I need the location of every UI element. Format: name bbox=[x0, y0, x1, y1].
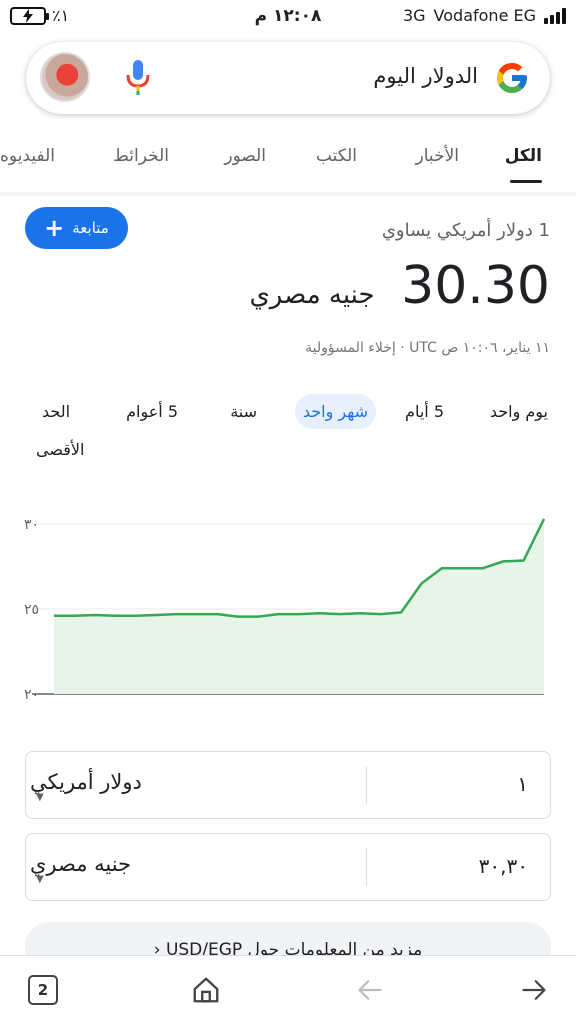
tab-videos[interactable]: الفيديوه bbox=[0, 146, 55, 166]
google-logo-icon[interactable] bbox=[494, 60, 530, 96]
arrow-left-icon bbox=[358, 980, 382, 1000]
tab-images[interactable]: الصور bbox=[224, 146, 266, 166]
to-currency-box[interactable]: ٣٠,٣٠ جنيه مصري ▼ bbox=[25, 833, 551, 901]
from-currency-select[interactable]: دولار أمريكي bbox=[30, 770, 142, 794]
range-5-days[interactable]: 5 أيام bbox=[405, 402, 444, 421]
plus-icon: + bbox=[44, 214, 65, 242]
to-currency-select[interactable]: جنيه مصري bbox=[30, 852, 131, 876]
range-5-years[interactable]: 5 أعوام bbox=[126, 402, 178, 421]
tabs-button[interactable]: 2 bbox=[27, 974, 59, 1006]
search-box[interactable]: الدولار اليوم bbox=[26, 42, 550, 114]
forward-button[interactable] bbox=[518, 974, 550, 1006]
exchange-rate: 30.30 جنيه مصري bbox=[249, 256, 550, 316]
rate-timestamp[interactable]: ١١ يناير، ١٠:٠٦ ص UTC · إخلاء المسؤولية bbox=[305, 340, 550, 356]
follow-button[interactable]: + متابعة bbox=[25, 207, 128, 249]
microphone-icon[interactable] bbox=[124, 58, 152, 98]
tab-count: 2 bbox=[28, 975, 58, 1005]
status-bar: ٪١ ١٢:٠٨ م 3G Vodafone EG bbox=[0, 0, 576, 34]
bottom-navigation: 2 bbox=[0, 955, 576, 1024]
search-query[interactable]: الدولار اليوم bbox=[373, 64, 478, 88]
y-tick-label: ٣٠ bbox=[24, 517, 39, 533]
range-1-day[interactable]: يوم واحد bbox=[490, 402, 548, 421]
network-status: 3G Vodafone EG bbox=[403, 6, 566, 25]
tab-all[interactable]: الكل bbox=[505, 146, 542, 166]
tab-news[interactable]: الأخبار bbox=[416, 146, 459, 166]
y-tick-label: ٢٠ bbox=[24, 687, 39, 703]
rate-number: 30.30 bbox=[401, 256, 550, 316]
converter-separator bbox=[366, 766, 367, 804]
dropdown-caret-icon: ▼ bbox=[36, 792, 44, 803]
home-icon bbox=[193, 977, 219, 1003]
tabs-divider bbox=[0, 192, 576, 196]
range-max-line1[interactable]: الحد bbox=[42, 402, 70, 421]
exchange-rate-chart[interactable]: ٣٠ ٢٥ ٢٠ bbox=[20, 498, 560, 708]
dropdown-caret-icon: ▼ bbox=[36, 874, 44, 885]
carrier-name: Vodafone EG bbox=[433, 6, 536, 25]
back-button[interactable] bbox=[354, 974, 386, 1006]
from-currency-box[interactable]: ١ دولار أمريكي ▼ bbox=[25, 751, 551, 819]
range-1-year[interactable]: سنة bbox=[230, 402, 257, 421]
y-tick-label: ٢٥ bbox=[24, 602, 39, 618]
network-type: 3G bbox=[402, 6, 426, 25]
tab-books[interactable]: الكتب bbox=[316, 146, 357, 166]
range-max-line2[interactable]: الأقصى bbox=[36, 440, 84, 459]
search-tabs: الكل الأخبار الكتب الصور الخرائط الفيديو… bbox=[0, 140, 576, 186]
converter-separator bbox=[366, 848, 367, 886]
conversion-caption: 1 دولار أمريكي يساوي bbox=[381, 220, 550, 241]
range-1-month[interactable]: شهر واحد bbox=[294, 394, 376, 429]
follow-label: متابعة bbox=[72, 219, 109, 237]
tab-maps[interactable]: الخرائط bbox=[113, 146, 169, 166]
signal-icon bbox=[544, 7, 566, 24]
home-button[interactable] bbox=[190, 974, 222, 1006]
arrow-right-icon bbox=[522, 980, 546, 1000]
rate-unit: جنيه مصري bbox=[249, 280, 375, 310]
avatar[interactable] bbox=[40, 52, 90, 102]
from-amount[interactable]: ١ bbox=[517, 772, 528, 796]
to-amount[interactable]: ٣٠,٣٠ bbox=[479, 854, 528, 878]
chart-area-fill bbox=[54, 518, 544, 694]
active-tab-indicator bbox=[510, 180, 542, 183]
